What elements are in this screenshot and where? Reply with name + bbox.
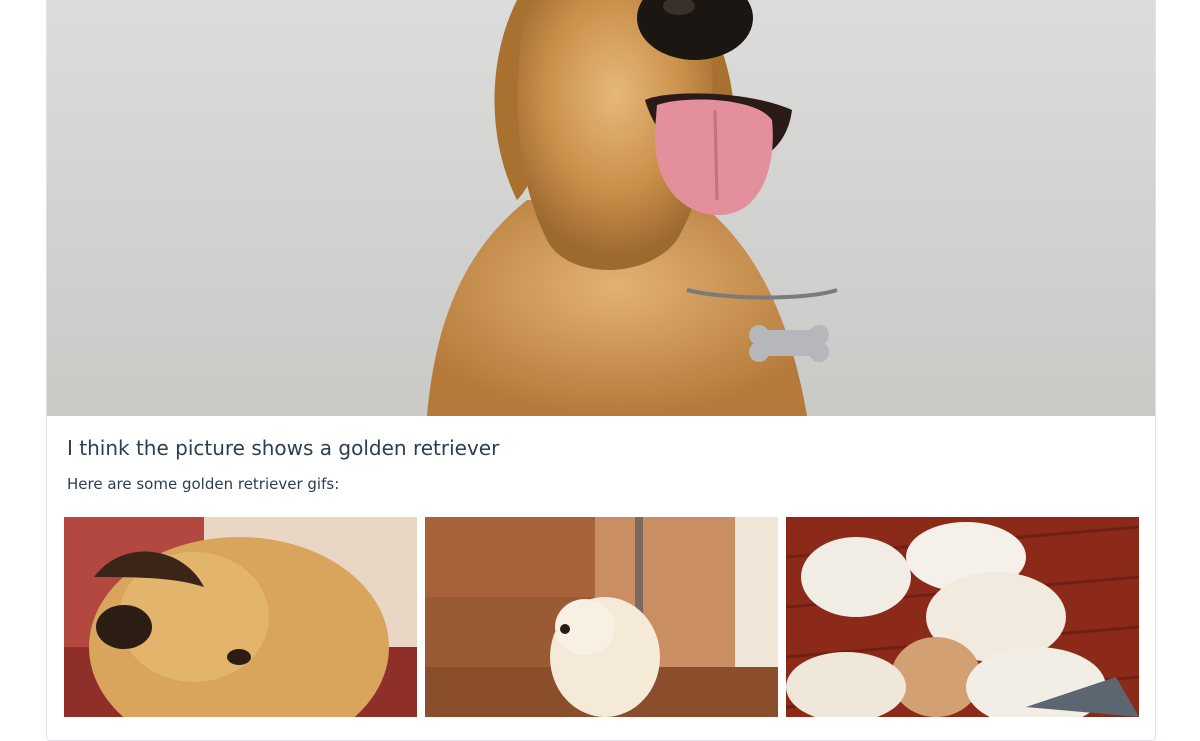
golden-retriever-photo <box>47 0 1155 416</box>
puppy-gif-1 <box>64 517 417 717</box>
gif-tile-3[interactable] <box>786 517 1139 717</box>
gif-grid <box>64 517 1139 717</box>
gif-tile-2[interactable] <box>425 517 778 717</box>
gif-tile-1[interactable] <box>64 517 417 717</box>
uploaded-image <box>47 0 1155 416</box>
result-title: I think the picture shows a golden retri… <box>67 436 500 460</box>
puppies-gif-3 <box>786 517 1139 717</box>
result-card: I think the picture shows a golden retri… <box>46 0 1156 741</box>
result-subtitle: Here are some golden retriever gifs: <box>67 475 340 493</box>
puppy-gif-2 <box>425 517 778 717</box>
